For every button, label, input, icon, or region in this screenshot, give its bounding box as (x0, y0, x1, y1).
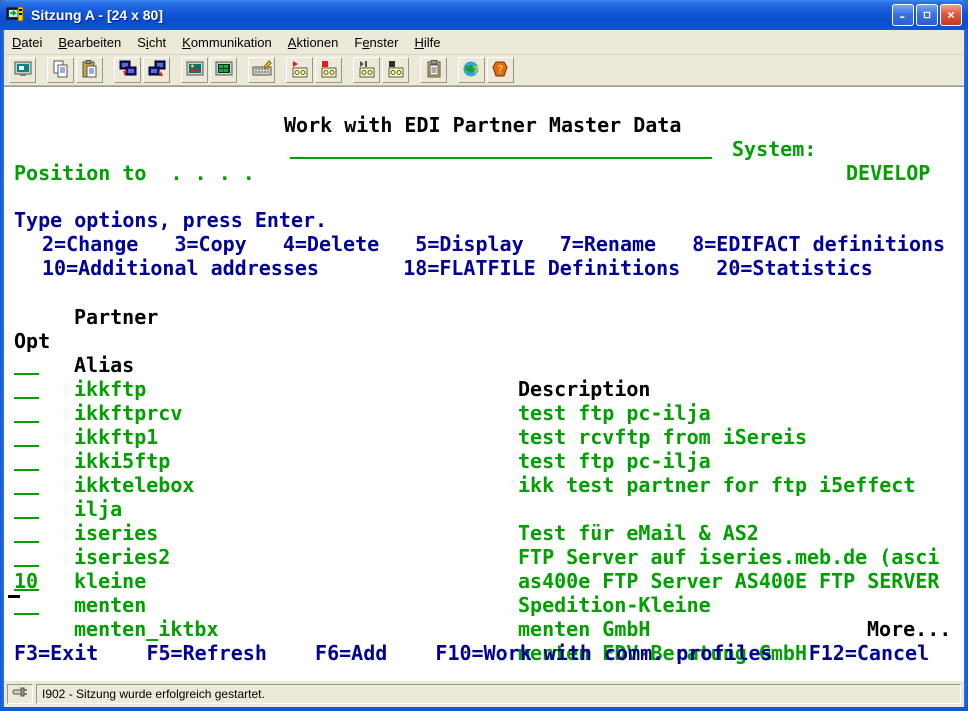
menu-fenster[interactable]: Fenster (346, 32, 406, 53)
color-setup-button[interactable] (210, 57, 237, 83)
position-to-label: Position to . . . . (14, 161, 255, 185)
menu-hilfe[interactable]: Hilfe (406, 32, 448, 53)
instructions-row: Type options, press Enter. (4, 184, 964, 208)
macro-record-icon (319, 59, 339, 82)
macro-step-button[interactable] (353, 57, 380, 83)
status-message: I902 - Sitzung wurde erfolgreich gestart… (36, 684, 961, 704)
session-app-icon (6, 5, 26, 25)
send-file-button[interactable] (114, 57, 141, 83)
keyboard-setup-button[interactable] (248, 57, 275, 83)
emulator-window: Sitzung A - [24 x 80] Datei Bearbeiten S… (0, 0, 968, 711)
macro-record-button[interactable] (315, 57, 342, 83)
close-button[interactable] (940, 4, 962, 26)
clipboard-button[interactable] (420, 57, 447, 83)
menu-bar: Datei Bearbeiten Sicht Kommunikation Akt… (4, 30, 964, 55)
display-setup-icon (185, 59, 205, 82)
minimize-button[interactable] (892, 4, 914, 26)
toolbar: ? ? (4, 55, 964, 86)
screen-title-row: Work with EDI Partner Master Data (4, 89, 964, 113)
help-icon: ? (491, 59, 511, 82)
svg-text:?: ? (473, 64, 480, 77)
copy-icon (51, 59, 71, 82)
options-row-1: 2=Change 3=Copy 4=Delete 5=Display 7=Ren… (4, 208, 964, 232)
position-to-row: Position to . . . . (4, 137, 964, 161)
partner-row: ikkftprcv test rcvftp from iSereis (4, 353, 964, 377)
window-title: Sitzung A - [24 x 80] (31, 7, 163, 23)
partner-row: iseries2 as400e FTP Server AS400E FTP SE… (4, 497, 964, 521)
copy-button[interactable] (47, 57, 74, 83)
paste-button[interactable] (76, 57, 103, 83)
window-border-bottom (0, 707, 968, 711)
help-button[interactable]: ? (487, 57, 514, 83)
connection-panel (7, 684, 33, 704)
system-row: System: DEVELOP (4, 113, 964, 137)
title-bar: Sitzung A - [24 x 80] (0, 0, 968, 30)
menu-bearbeiten[interactable]: Bearbeiten (50, 32, 129, 53)
session-icon (13, 59, 33, 82)
partner-row: ikktelebox (4, 425, 964, 449)
menu-aktionen[interactable]: Aktionen (280, 32, 347, 53)
connection-icon (12, 684, 28, 705)
menu-datei[interactable]: Datei (4, 32, 50, 53)
macro-stop-icon (386, 59, 406, 82)
partner-row: kleine Spedition-Kleine (4, 521, 964, 545)
fkeys-row: F3=Exit F5=Refresh F6=Add F10=Work with … (4, 617, 964, 641)
receive-file-button[interactable] (143, 57, 170, 83)
header-row: Opt Alias Description (4, 305, 964, 329)
options-line-2: 10=Additional addresses 18=FLATFILE Defi… (42, 256, 873, 280)
window-border-right (964, 30, 968, 707)
partner-row: ilja Test für eMail & AS2 (4, 449, 964, 473)
web-help-button[interactable]: ? (458, 57, 485, 83)
svg-text:?: ? (497, 63, 504, 76)
partner-row: ikki5ftp ikk test partner for ftp i5effe… (4, 401, 964, 425)
status-bar: I902 - Sitzung wurde erfolgreich gestart… (4, 681, 964, 707)
partner-row: menten_iktbx menten EDV-Beratung GmbH (4, 569, 964, 593)
menu-sicht[interactable]: Sicht (129, 32, 174, 53)
partner-row: ikkftp1 test ftp pc-ilja (4, 377, 964, 401)
display-setup-button[interactable] (181, 57, 208, 83)
maximize-button[interactable] (916, 4, 938, 26)
session-button[interactable] (9, 57, 36, 83)
options-row-2: 10=Additional addresses 18=FLATFILE Defi… (4, 232, 964, 256)
macro-play-button[interactable] (286, 57, 313, 83)
clipboard-icon (424, 59, 444, 82)
terminal-screen: Work with EDI Partner Master Data System… (4, 86, 964, 681)
paste-icon (80, 59, 100, 82)
partner-row: ikkftp test ftp pc-ilja (4, 329, 964, 353)
keyboard-setup-icon (252, 59, 272, 82)
macro-step-icon (357, 59, 377, 82)
partner-row: iseries FTP Server auf iseries.meb.de (a… (4, 473, 964, 497)
send-file-icon (118, 59, 138, 82)
receive-file-icon (147, 59, 167, 82)
header-partner-row: Partner (4, 281, 964, 305)
web-help-icon: ? (462, 59, 482, 82)
macro-stop-button[interactable] (382, 57, 409, 83)
window-border-left (0, 30, 4, 707)
fkeys-line: F3=Exit F5=Refresh F6=Add F10=Work with … (14, 641, 929, 665)
menu-kommunikation[interactable]: Kommunikation (174, 32, 280, 53)
color-setup-icon (214, 59, 234, 82)
partner-row: 10 menten menten GmbH (4, 545, 964, 569)
system-value: DEVELOP (846, 161, 930, 185)
macro-play-icon (290, 59, 310, 82)
more-row: More... (4, 593, 964, 617)
position-to-input[interactable] (290, 157, 712, 159)
